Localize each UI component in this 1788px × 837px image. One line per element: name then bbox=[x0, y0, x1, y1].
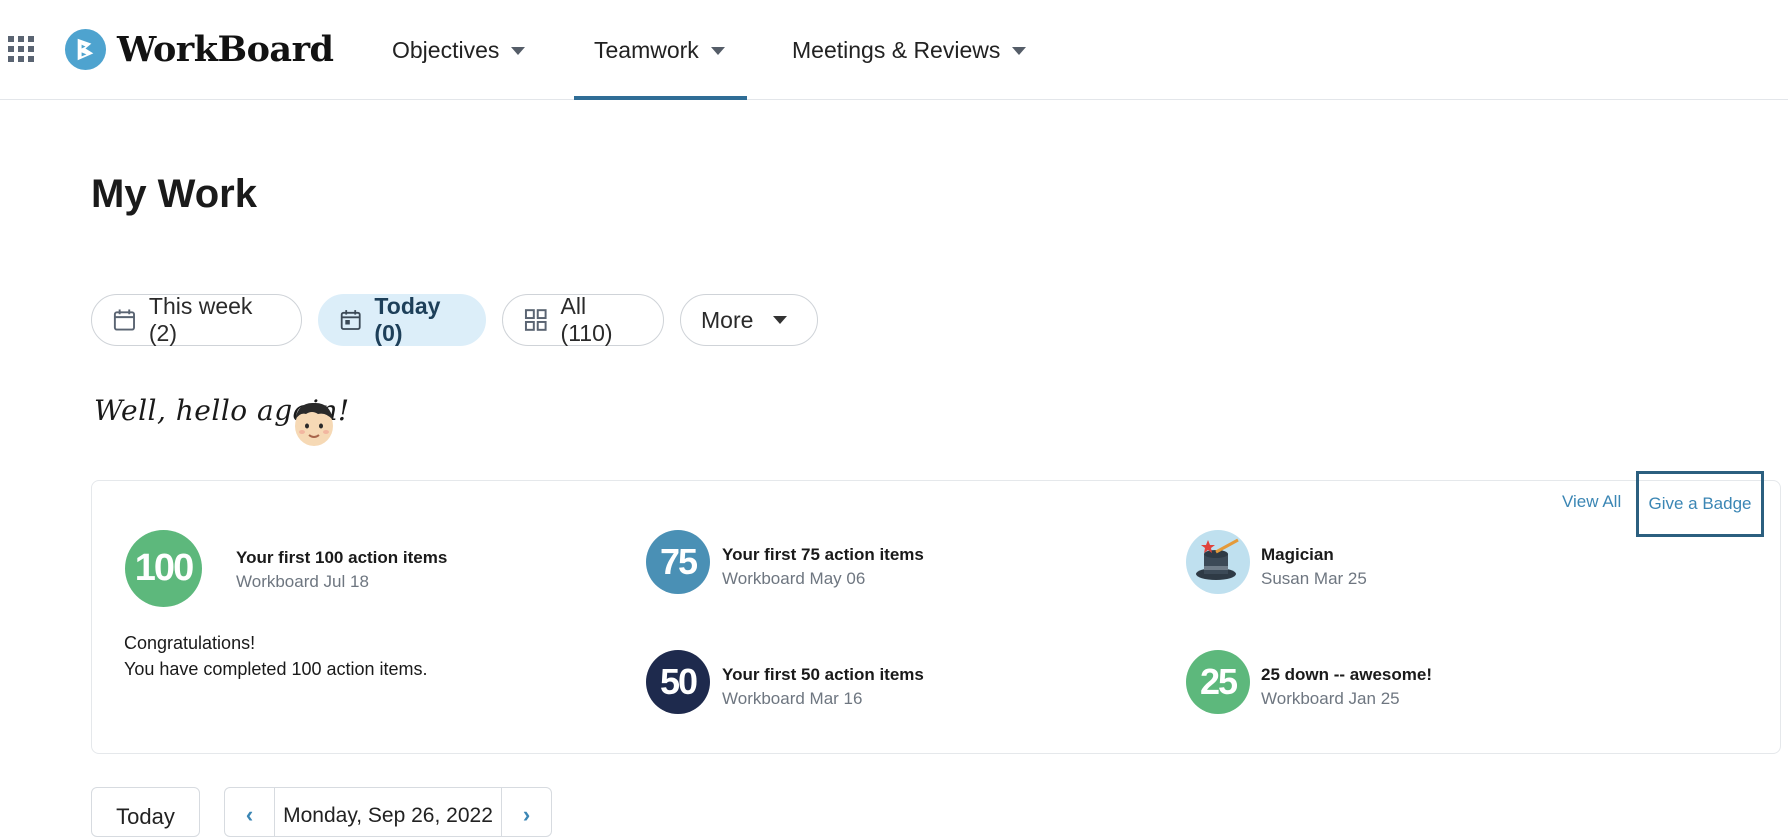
view-all-link[interactable]: View All bbox=[1562, 492, 1621, 512]
chevron-down-icon bbox=[511, 47, 526, 55]
current-date[interactable]: Monday, Sep 26, 2022 bbox=[275, 788, 501, 836]
chevron-down-icon bbox=[773, 316, 788, 324]
badge-number: 75 bbox=[659, 541, 698, 582]
chevron-left-icon[interactable]: ‹ bbox=[225, 788, 275, 836]
top-navigation-bar: WorkBoard Objectives Teamwork Meetings &… bbox=[0, 0, 1788, 100]
badge-75-icon[interactable]: 75 bbox=[646, 530, 710, 594]
filter-label: All (110) bbox=[560, 293, 613, 346]
badge-25-icon[interactable]: 25 bbox=[1186, 650, 1250, 714]
badge-magician-icon[interactable] bbox=[1186, 530, 1250, 594]
badge-subtitle: Workboard Jan 25 bbox=[1261, 689, 1400, 708]
badge-number: 25 bbox=[1199, 661, 1238, 702]
filter-this-week[interactable]: This week (2) bbox=[91, 293, 302, 346]
give-badge-label: Give a Badge bbox=[1648, 494, 1752, 513]
congrats-line-1: Congratulations! bbox=[124, 633, 256, 653]
filter-label: This week (2) bbox=[148, 293, 253, 346]
badge-100-icon[interactable]: 100 bbox=[125, 530, 202, 607]
badge-subtitle: Susan Mar 25 bbox=[1261, 569, 1367, 588]
nav-teamwork[interactable]: Teamwork bbox=[594, 0, 725, 100]
calendar-week-icon bbox=[113, 309, 135, 331]
congratulations-message: Congratulations! You have completed 100 … bbox=[124, 630, 428, 682]
active-tab-indicator bbox=[574, 96, 747, 100]
today-label: Today bbox=[116, 804, 175, 829]
badge-number: 50 bbox=[659, 661, 698, 702]
page-title: My Work bbox=[91, 172, 257, 216]
grid-icon bbox=[524, 309, 547, 331]
filter-today[interactable]: Today (0) bbox=[318, 293, 486, 346]
filter-all[interactable]: All (110) bbox=[502, 293, 664, 346]
workboard-logo[interactable]: WorkBoard bbox=[64, 26, 334, 72]
give-badge-button[interactable]: Give a Badge bbox=[1636, 471, 1764, 537]
badge-subtitle: Workboard Jul 18 bbox=[236, 572, 369, 591]
avatar-face-icon bbox=[295, 402, 333, 446]
badge-subtitle: Workboard May 06 bbox=[722, 569, 866, 588]
badge-number: 100 bbox=[134, 547, 194, 589]
nav-label: Teamwork bbox=[594, 36, 699, 63]
filter-more-dropdown[interactable]: More bbox=[680, 294, 818, 346]
nav-meetings-reviews[interactable]: Meetings & Reviews bbox=[792, 0, 1027, 100]
apps-grid-icon[interactable] bbox=[8, 36, 34, 62]
badge-title: Your first 75 action items bbox=[722, 545, 924, 564]
badge-subtitle: Workboard Mar 16 bbox=[722, 689, 863, 708]
badge-title: 25 down -- awesome! bbox=[1261, 665, 1432, 684]
badge-title: Magician bbox=[1261, 545, 1334, 564]
congrats-line-2: You have completed 100 action items. bbox=[124, 659, 428, 679]
workboard-logo-icon bbox=[64, 28, 107, 70]
date-navigator: ‹ Monday, Sep 26, 2022 › bbox=[224, 787, 552, 837]
chevron-down-icon bbox=[710, 47, 725, 55]
nav-objectives[interactable]: Objectives bbox=[392, 0, 526, 100]
brand-name: WorkBoard bbox=[117, 28, 334, 70]
badges-card bbox=[91, 480, 1781, 754]
filter-label: More bbox=[701, 306, 754, 333]
calendar-day-icon bbox=[340, 310, 361, 330]
nav-label: Meetings & Reviews bbox=[792, 36, 1001, 63]
magician-hat-icon bbox=[1196, 538, 1239, 580]
badge-title: Your first 100 action items bbox=[236, 548, 448, 567]
chevron-right-icon[interactable]: › bbox=[501, 788, 551, 836]
badge-title: Your first 50 action items bbox=[722, 665, 924, 684]
filter-label: Today (0) bbox=[374, 293, 441, 346]
chevron-down-icon bbox=[1012, 47, 1027, 55]
badge-50-icon[interactable]: 50 bbox=[646, 650, 710, 714]
today-button[interactable]: Today bbox=[91, 787, 200, 837]
nav-label: Objectives bbox=[392, 36, 500, 63]
